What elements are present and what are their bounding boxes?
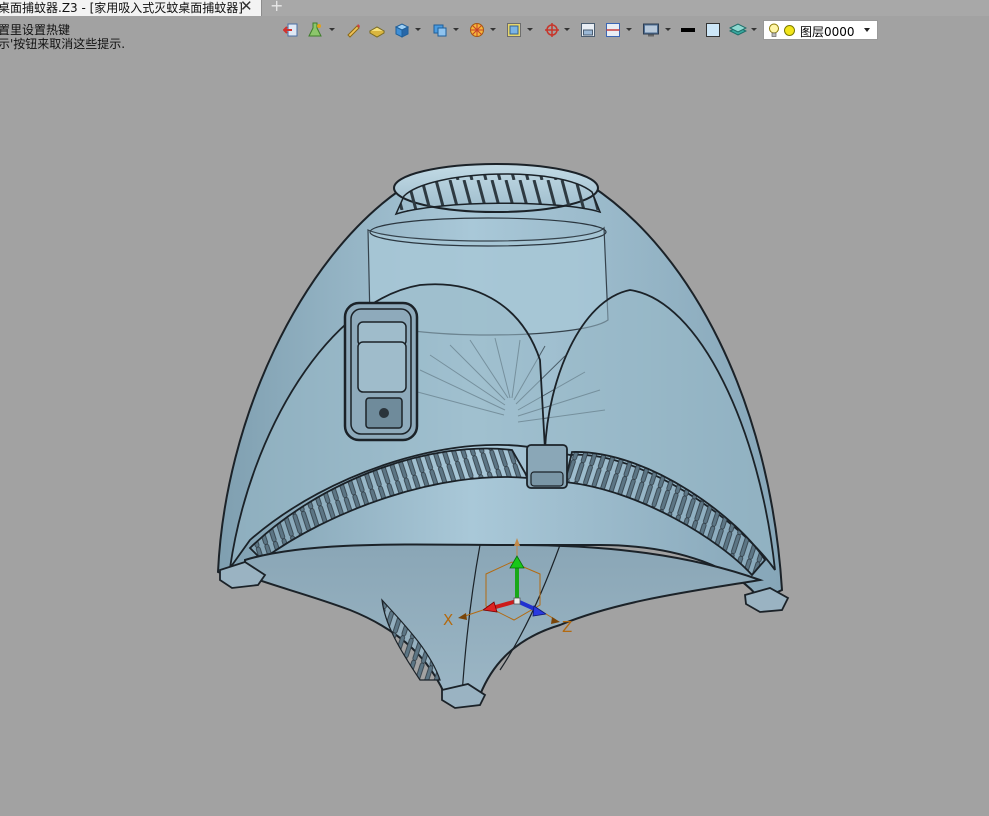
shaded-box-icon[interactable] (431, 20, 451, 40)
fill-color-icon[interactable] (704, 20, 724, 40)
single-view-icon[interactable] (579, 20, 599, 40)
hint-line: 置里设置热键 (0, 23, 71, 37)
layer-color-swatch[interactable] (784, 25, 795, 36)
model-render (216, 163, 790, 709)
chevron-down-icon[interactable] (490, 28, 496, 34)
chevron-down-icon[interactable] (527, 28, 533, 34)
render-wheel-icon[interactable] (468, 20, 488, 40)
exit-icon[interactable] (282, 20, 302, 40)
display-monitor-icon[interactable] (641, 20, 661, 40)
layer-name: 图层0000 (800, 25, 855, 39)
plus-icon[interactable]: + (270, 0, 283, 15)
view-frame-icon[interactable] (505, 20, 525, 40)
cube-icon[interactable] (393, 20, 413, 40)
close-icon[interactable]: ✕ (240, 0, 253, 15)
target-icon[interactable] (543, 20, 563, 40)
document-tab[interactable]: 桌面捕蚊器.Z3 - [家用吸入式灭蚊桌面捕蚊器] ✕ (0, 0, 262, 16)
chevron-down-icon[interactable] (626, 28, 632, 34)
chevron-down-icon[interactable] (864, 28, 870, 32)
axis-z-label: Z (562, 618, 573, 636)
document-tab-bar: 桌面捕蚊器.Z3 - [家用吸入式灭蚊桌面捕蚊器] ✕ + (0, 0, 989, 16)
chevron-down-icon[interactable] (665, 28, 671, 34)
power-socket-panel (343, 301, 419, 442)
split-view-icon[interactable] (604, 20, 624, 40)
pen-icon[interactable] (344, 20, 364, 40)
line-color-icon[interactable] (679, 20, 699, 40)
chevron-down-icon[interactable] (564, 28, 570, 34)
flask-icon[interactable] (306, 20, 326, 40)
chevron-down-icon[interactable] (453, 28, 459, 34)
axis-x-label: X (443, 611, 454, 629)
base-plate (244, 543, 764, 696)
eraser-block-icon[interactable] (368, 20, 388, 40)
chevron-down-icon[interactable] (329, 28, 335, 34)
model-viewport[interactable]: X Z (0, 45, 989, 813)
layer-select[interactable]: 图层0000 (763, 20, 878, 40)
chevron-down-icon[interactable] (415, 28, 421, 34)
document-tab-title: 桌面捕蚊器.Z3 - [家用吸入式灭蚊桌面捕蚊器] (0, 1, 243, 15)
chevron-down-icon[interactable] (751, 28, 757, 34)
lightbulb-icon[interactable] (768, 23, 780, 38)
layer-stack-icon[interactable] (728, 20, 748, 40)
